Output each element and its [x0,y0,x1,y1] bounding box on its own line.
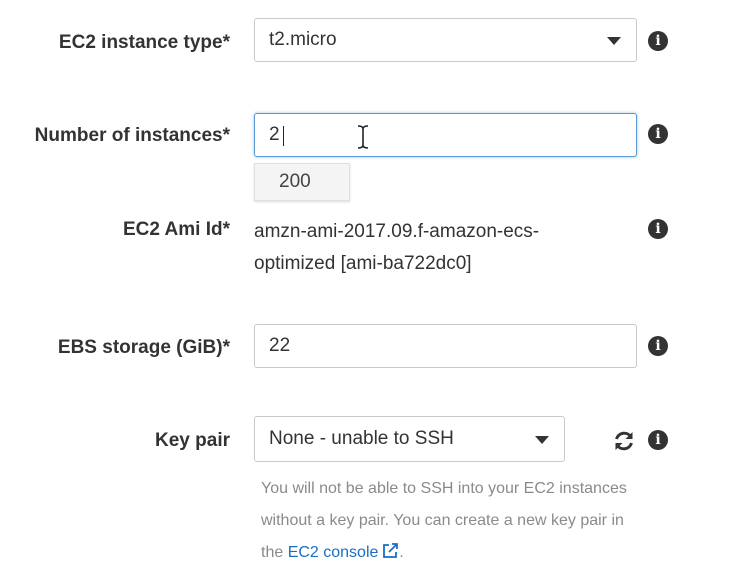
ami-value: amzn-ami-2017.09.f-amazon-ecs- optimized… [254,216,614,280]
ebs-storage-value: 22 [269,335,291,356]
ecs-instance-configuration-form: EC2 instance type* t2.micro i Number of … [0,0,752,568]
num-instances-value: 2 [269,124,280,145]
ebs-info-icon[interactable]: i [648,336,668,356]
num-instances-info-icon[interactable]: i [648,124,668,144]
autocomplete-suggestion[interactable]: 200 [254,163,350,201]
key-pair-select[interactable]: None - unable to SSH [254,416,565,462]
key-pair-value: None - unable to SSH [269,428,454,449]
refresh-icon[interactable] [612,430,636,452]
ami-info-icon[interactable]: i [648,219,668,239]
text-cursor [283,126,284,146]
chevron-down-icon [535,436,549,444]
instance-type-select[interactable]: t2.micro [254,18,637,62]
num-instances-label: Number of instances* [34,125,230,146]
ebs-label: EBS storage (GiB)* [57,337,230,358]
key-pair-info-icon[interactable]: i [648,430,668,450]
key-pair-label: Key pair [155,430,230,451]
external-link-icon[interactable] [382,542,399,559]
ami-value-line1: amzn-ami-2017.09.f-amazon-ecs- [254,221,540,242]
ebs-storage-input[interactable]: 22 [254,324,637,368]
key-pair-help-text: You will not be able to SSH into your EC… [261,473,641,568]
chevron-down-icon [607,37,621,45]
ami-value-line2: optimized [ami-ba722dc0] [254,253,472,274]
help-text-suffix: . [399,544,404,561]
ibeam-cursor-icon [357,125,369,149]
instance-type-value: t2.micro [269,29,337,50]
instance-type-info-icon[interactable]: i [648,31,668,51]
ec2-console-link[interactable]: EC2 console [288,544,379,561]
ami-label: EC2 Ami Id* [123,219,230,240]
num-instances-input[interactable]: 2 [254,113,637,157]
instance-type-label: EC2 instance type* [58,32,230,53]
